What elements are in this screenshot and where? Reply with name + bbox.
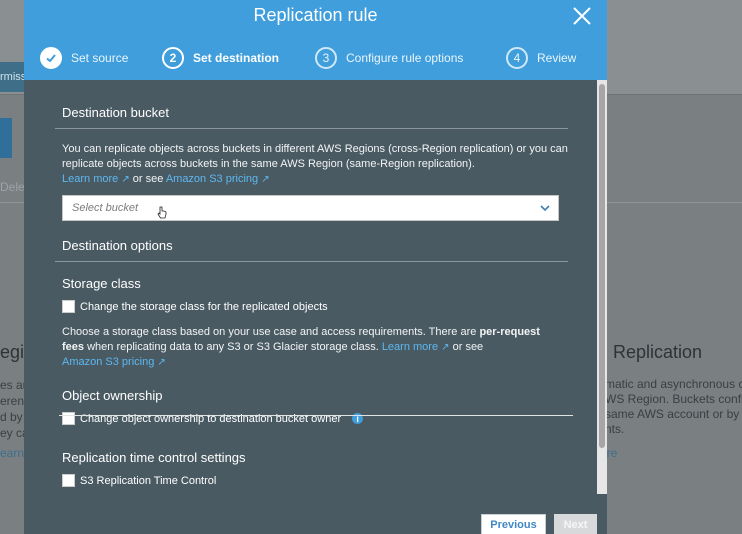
learn-more-link[interactable]: Learn more ↗ — [382, 341, 450, 353]
step-number: 2 — [162, 47, 184, 69]
external-link-icon: ↗ — [157, 357, 166, 368]
close-button[interactable] — [571, 5, 593, 27]
wizard-steps: Set source 2 Set destination 3 Configure… — [40, 46, 600, 72]
background-left-title: egi — [0, 342, 25, 362]
vertical-scrollbar[interactable] — [597, 80, 607, 494]
destination-options-title: Destination options — [62, 238, 173, 253]
step-label: Configure rule options — [346, 51, 464, 65]
storage-class-checkbox[interactable] — [62, 300, 75, 313]
divider — [55, 128, 568, 129]
background-left-link: earn — [0, 446, 25, 460]
next-button[interactable]: Next — [554, 514, 597, 534]
checkbox-label: S3 Replication Time Control — [80, 474, 217, 487]
external-link-icon: ↗ — [441, 342, 450, 353]
destination-bucket-title: Destination bucket — [62, 105, 169, 120]
s3-pricing-link[interactable]: Amazon S3 pricing ↗ — [62, 356, 166, 368]
select-bucket-placeholder: Select bucket — [72, 202, 139, 214]
replication-rule-modal: Replication rule Set source 2 Set destin… — [24, 0, 607, 534]
step-set-destination[interactable]: 2 Set destination — [162, 46, 279, 70]
hand-cursor-icon — [157, 206, 167, 219]
background-right-line: same AWS account or by — [605, 407, 740, 421]
close-icon — [573, 7, 591, 25]
background-right-text: matic and asynchronous c WS Region. Buck… — [605, 377, 742, 437]
external-link-icon: ↗ — [121, 174, 130, 185]
step-number: 3 — [315, 47, 337, 69]
description-text: Choose a storage class based on your use… — [62, 326, 477, 338]
object-ownership-title: Object ownership — [62, 388, 163, 403]
modal-body: Destination bucket You can replicate obj… — [24, 80, 607, 534]
background-right-line: nts. — [605, 422, 625, 436]
step-label: Set destination — [193, 51, 280, 65]
learn-more-link[interactable]: Learn more ↗ — [62, 173, 130, 185]
see-text: see — [465, 341, 484, 353]
check-icon — [40, 47, 62, 69]
background-right-title: Replication — [613, 342, 703, 362]
step-configure-rule-options[interactable]: 3 Configure rule options — [315, 46, 463, 70]
step-number: 4 — [506, 47, 528, 69]
modal-title: Replication rule — [253, 5, 378, 25]
description-text: You can replicate objects across buckets… — [62, 143, 568, 170]
step-review[interactable]: 4 Review — [506, 46, 576, 70]
background-right-line: matic and asynchronous c — [605, 377, 742, 391]
background-right-line: WS Region. Buckets confi — [605, 392, 742, 406]
modal-scroll-content[interactable]: Destination bucket You can replicate obj… — [24, 80, 597, 494]
chevron-down-icon — [540, 205, 550, 212]
modal-header: Replication rule Set source 2 Set destin… — [24, 0, 607, 80]
object-ownership-checkbox[interactable] — [62, 412, 75, 425]
step-set-source[interactable]: Set source — [40, 46, 128, 70]
divider — [55, 261, 568, 262]
previous-button[interactable]: Previous — [481, 514, 546, 534]
object-ownership-checkbox-row[interactable]: Change object ownership to destination b… — [62, 412, 364, 425]
or-see-text: or see — [132, 173, 164, 185]
storage-class-checkbox-row[interactable]: Change the storage class for the replica… — [62, 300, 328, 313]
rtc-checkbox[interactable] — [62, 474, 75, 487]
background-button — [0, 118, 12, 158]
s3-pricing-link[interactable]: Amazon S3 pricing ↗ — [166, 173, 270, 185]
or-text: or — [452, 341, 463, 353]
step-label: Review — [537, 51, 577, 65]
checkbox-label: Change the storage class for the replica… — [80, 300, 328, 313]
rtc-checkbox-row[interactable]: S3 Replication Time Control — [62, 474, 216, 487]
description-text: when replicating data to any S3 or S3 Gl… — [87, 341, 379, 353]
storage-class-title: Storage class — [62, 276, 141, 291]
rtc-settings-title: Replication time control settings — [62, 450, 246, 465]
external-link-icon: ↗ — [261, 174, 270, 185]
scrollbar-thumb[interactable] — [599, 84, 605, 448]
storage-class-description: Choose a storage class based on your use… — [62, 325, 540, 370]
footer-divider — [59, 415, 573, 416]
destination-bucket-description: You can replicate objects across buckets… — [62, 142, 572, 187]
step-label: Set source — [71, 51, 129, 65]
select-bucket-dropdown[interactable]: Select bucket — [62, 195, 559, 221]
